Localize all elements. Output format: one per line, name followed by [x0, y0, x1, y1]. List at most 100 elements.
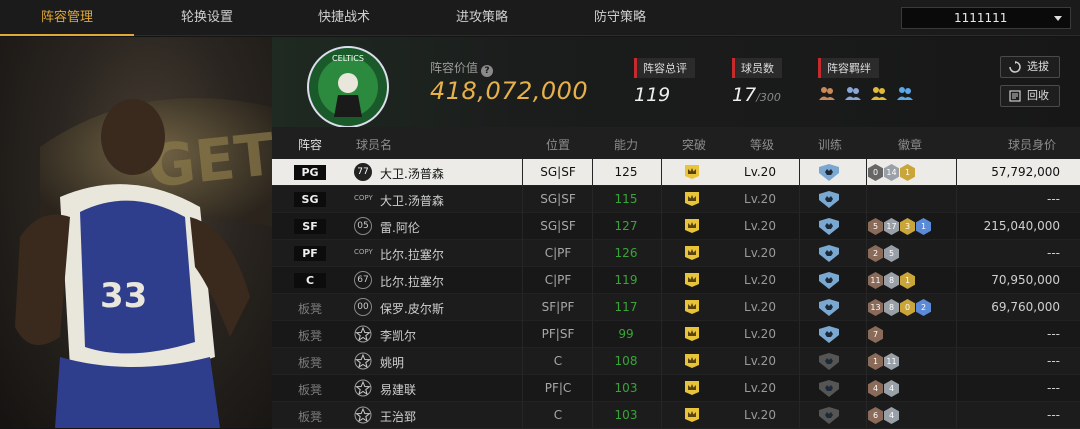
lineup-selector-dropdown[interactable]: 1111111	[901, 7, 1071, 29]
badge-count[interactable]: 1	[900, 272, 915, 289]
badge-count[interactable]: 4	[884, 407, 899, 424]
column-header-breakthrough[interactable]: 突破	[682, 136, 706, 153]
table-row[interactable]: 板凳 姚明 C 108 Lv.20 --- 1 11	[272, 348, 1080, 375]
breakthrough-crown-icon[interactable]	[684, 326, 700, 342]
column-header-level[interactable]: 等级	[750, 136, 774, 153]
overall-rating-stat: 阵容总评 119	[634, 57, 695, 106]
player-level: Lv.20	[744, 273, 776, 287]
badge-count[interactable]: 4	[884, 380, 899, 397]
table-row[interactable]: 板凳 李凯尔 PF|SF 99 Lv.20 --- 7	[272, 321, 1080, 348]
breakthrough-crown-icon[interactable]	[684, 272, 700, 288]
badge-list: 44	[868, 380, 900, 397]
badge-count[interactable]: 3	[900, 218, 915, 235]
roster-table-body: PG 77 大卫.汤普森 SG|SF 125 Lv.20 57,792,000 0 14 1 SG C…	[272, 159, 1080, 429]
training-icon[interactable]	[818, 245, 840, 262]
table-row[interactable]: SG COPY 大卫.汤普森 SG|SF 115 Lv.20 ---	[272, 186, 1080, 213]
column-divider	[522, 159, 523, 428]
table-row[interactable]: 板凳 00 保罗.皮尔斯 SF|PF 117 Lv.20 69,760,000 13 8 0 2	[272, 294, 1080, 321]
player-level: Lv.20	[744, 192, 776, 206]
player-ability: 103	[614, 381, 638, 395]
tab-offense-strategy[interactable]: 进攻策略	[415, 0, 549, 36]
lineup-slot: SG	[294, 192, 326, 207]
player-value: 69,760,000	[991, 300, 1060, 314]
badge-count[interactable]: 7	[868, 326, 883, 343]
badge-count[interactable]: 5	[884, 245, 899, 262]
training-icon[interactable]	[818, 353, 840, 370]
overall-rating-value: 119	[634, 84, 671, 106]
badge-count[interactable]: 1	[868, 353, 883, 370]
table-row[interactable]: C 67 比尔.拉塞尔 C|PF 119 Lv.20 70,950,000 11 8 1	[272, 267, 1080, 294]
badge-count[interactable]: 0	[868, 164, 883, 181]
badge-count[interactable]: 11	[868, 272, 883, 289]
bond-people-icon[interactable]	[818, 84, 836, 102]
player-value: ---	[1047, 354, 1060, 368]
tab-defense-strategy[interactable]: 防守策略	[553, 0, 687, 36]
tab-lineup-management[interactable]: 阵容管理	[0, 0, 134, 36]
player-ability: 115	[614, 192, 638, 206]
table-row[interactable]: PF COPY 比尔.拉塞尔 C|PF 126 Lv.20 --- 2 5	[272, 240, 1080, 267]
training-icon[interactable]	[818, 299, 840, 316]
recycle-button[interactable]: 回收	[1000, 85, 1060, 107]
column-header-badges[interactable]: 徽章	[898, 136, 922, 153]
help-icon[interactable]: ?	[481, 65, 494, 77]
breakthrough-crown-icon[interactable]	[684, 218, 700, 234]
badge-count[interactable]: 13	[868, 299, 883, 316]
badge-list: 25	[868, 245, 900, 262]
player-name: 保罗.皮尔斯	[380, 302, 444, 316]
jersey-number: 00	[354, 298, 372, 316]
player-level: Lv.20	[744, 381, 776, 395]
badge-count[interactable]: 6	[868, 407, 883, 424]
player-value: ---	[1047, 381, 1060, 395]
breakthrough-crown-icon[interactable]	[684, 299, 700, 315]
breakthrough-crown-icon[interactable]	[684, 407, 700, 423]
breakthrough-crown-icon[interactable]	[684, 245, 700, 261]
badge-count[interactable]: 4	[868, 380, 883, 397]
training-icon[interactable]	[818, 191, 840, 208]
column-header-player-name[interactable]: 球员名	[356, 136, 392, 153]
training-icon[interactable]	[818, 218, 840, 235]
badge-count[interactable]: 2	[916, 299, 931, 316]
player-name: 李凯尔	[380, 329, 417, 343]
column-header-training[interactable]: 训练	[818, 136, 842, 153]
bond-people-icon[interactable]	[896, 84, 914, 102]
column-header-player-value[interactable]: 球员身价	[1008, 136, 1056, 153]
training-icon[interactable]	[818, 272, 840, 289]
training-icon[interactable]	[818, 164, 840, 181]
table-row[interactable]: 板凳 王治郅 C 103 Lv.20 --- 6 4	[272, 402, 1080, 429]
player-ability: 125	[614, 165, 638, 179]
badge-count[interactable]: 1	[900, 164, 915, 181]
breakthrough-crown-icon[interactable]	[684, 191, 700, 207]
breakthrough-crown-icon[interactable]	[684, 353, 700, 369]
select-players-button[interactable]: 选拔	[1000, 56, 1060, 78]
player-ability: 108	[614, 354, 638, 368]
column-divider	[592, 159, 593, 428]
tab-quick-tactics[interactable]: 快捷战术	[277, 0, 411, 36]
training-icon[interactable]	[818, 380, 840, 397]
table-row[interactable]: PG 77 大卫.汤普森 SG|SF 125 Lv.20 57,792,000 0 14 1	[272, 159, 1080, 186]
badge-count[interactable]: 14	[884, 164, 899, 181]
table-row[interactable]: 板凳 易建联 PF|C 103 Lv.20 --- 4 4	[272, 375, 1080, 402]
breakthrough-crown-icon[interactable]	[684, 380, 700, 396]
badge-count[interactable]: 11	[884, 353, 899, 370]
table-row[interactable]: SF 05 雷.阿伦 SG|SF 127 Lv.20 215,040,000 5 17 3 1	[272, 213, 1080, 240]
column-header-position[interactable]: 位置	[546, 136, 570, 153]
training-icon[interactable]	[818, 326, 840, 343]
badge-count[interactable]: 0	[900, 299, 915, 316]
bond-people-icon[interactable]	[844, 84, 862, 102]
column-header-lineup[interactable]: 阵容	[298, 136, 322, 153]
badge-count[interactable]: 1	[916, 218, 931, 235]
badge-count[interactable]: 17	[884, 218, 899, 235]
badge-list: 7	[868, 326, 884, 343]
training-icon[interactable]	[818, 407, 840, 424]
badge-count[interactable]: 8	[884, 272, 899, 289]
lineup-slot: C	[294, 273, 326, 288]
jersey-number: 77	[354, 163, 372, 181]
badge-count[interactable]: 2	[868, 245, 883, 262]
breakthrough-crown-icon[interactable]	[684, 164, 700, 180]
badge-count[interactable]: 8	[884, 299, 899, 316]
tab-rotation-settings[interactable]: 轮换设置	[140, 0, 274, 36]
column-header-ability[interactable]: 能力	[614, 136, 638, 153]
lineup-summary-header: CELTICS 阵容价值? 418,072,000 阵容总评 119 球员数 1…	[272, 37, 1080, 128]
badge-count[interactable]: 5	[868, 218, 883, 235]
bond-people-icon[interactable]	[870, 84, 888, 102]
